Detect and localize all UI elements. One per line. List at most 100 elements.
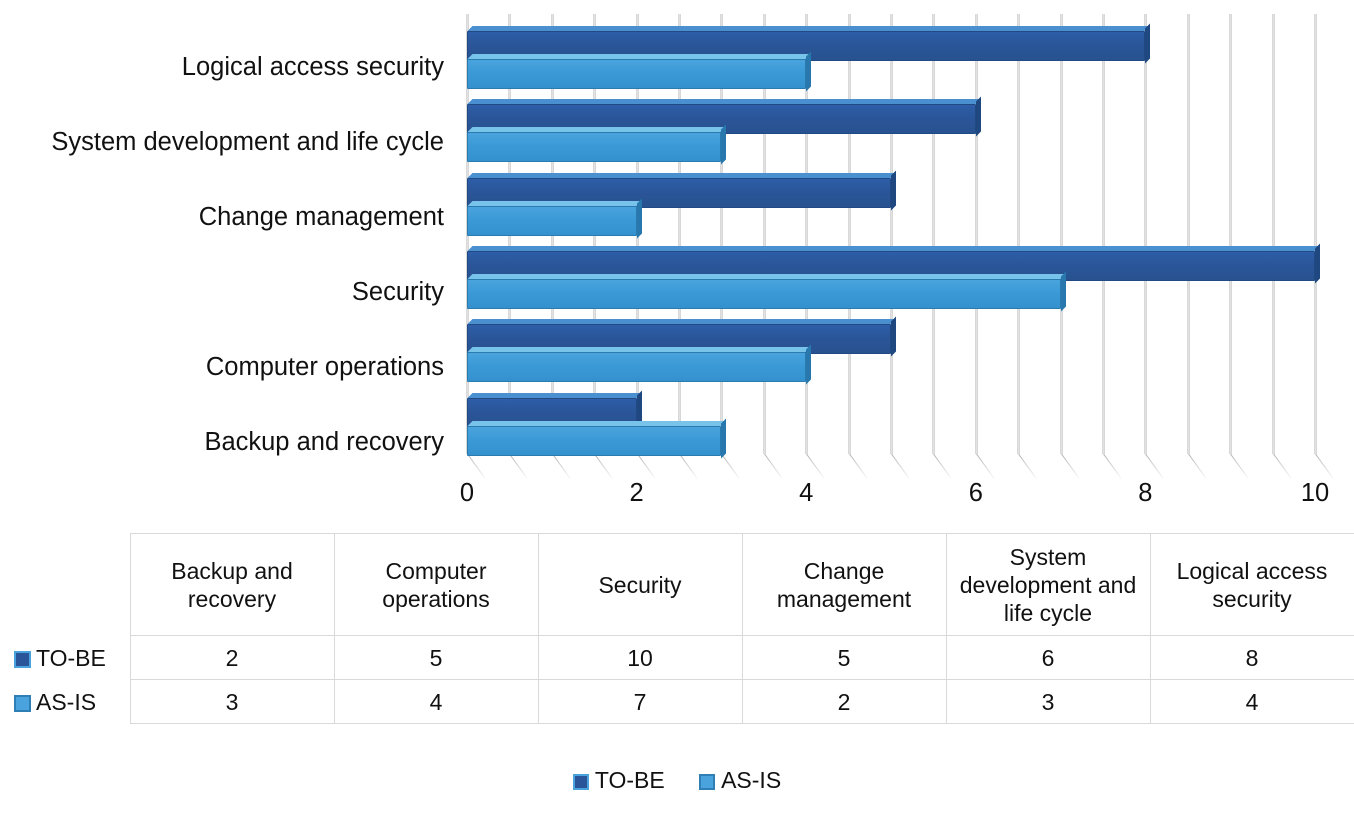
bar-top-face xyxy=(467,246,1320,251)
bar-body xyxy=(467,425,722,456)
cell-tobe-backup: 2 xyxy=(129,635,335,680)
column-header-security: Security xyxy=(537,533,743,636)
bar-group xyxy=(467,96,1354,165)
bar-top-face xyxy=(467,127,726,133)
x-tick-2: 2 xyxy=(629,479,644,507)
bar-end-cap xyxy=(1145,23,1151,64)
bar-body xyxy=(467,205,637,236)
bar-as-is-5[interactable] xyxy=(467,51,812,92)
legend-swatch-as-is-icon xyxy=(699,774,716,790)
floor-tick xyxy=(1230,454,1249,479)
chart-page: Logical access security System developme… xyxy=(0,0,1354,822)
floor-tick xyxy=(933,454,952,479)
x-tick-10: 10 xyxy=(1300,479,1330,507)
bar-end-cap xyxy=(891,170,896,211)
bar-end-cap xyxy=(975,96,981,137)
bar-as-is-2[interactable] xyxy=(467,271,1066,312)
floor-tick xyxy=(1272,454,1292,479)
floor-tick xyxy=(679,454,698,479)
chart-legend: TO-BE AS-IS xyxy=(0,766,1354,794)
bar-top-face xyxy=(467,54,811,59)
floor-tick xyxy=(975,454,995,479)
cell-asis-computer: 4 xyxy=(333,679,539,724)
bar-end-cap xyxy=(636,198,642,239)
bar-end-cap xyxy=(721,418,727,459)
bar-top-face xyxy=(467,347,811,353)
row-header-as-is-label: AS-IS xyxy=(36,688,97,715)
bar-end-cap xyxy=(721,124,727,165)
category-label-logical-access-security: Logical access security xyxy=(181,53,444,81)
bar-body xyxy=(467,352,807,383)
column-header-backup-and-recovery: Backup and recovery xyxy=(129,533,335,636)
category-label-computer-operations: Computer operations xyxy=(205,353,444,381)
bar-as-is-4[interactable] xyxy=(467,124,727,165)
bar-group xyxy=(467,170,1354,239)
bar-group xyxy=(467,316,1354,385)
floor-tick xyxy=(636,454,656,479)
bar-end-cap xyxy=(891,316,896,357)
floor-tick xyxy=(1103,454,1122,479)
floor-tick xyxy=(551,454,571,479)
bar-top-face xyxy=(467,319,896,325)
x-tick-6: 6 xyxy=(968,479,983,507)
floor-tick xyxy=(1187,454,1207,479)
floor-tick xyxy=(1315,454,1334,479)
column-header-change-management: Change management xyxy=(741,533,947,636)
x-tick-8: 8 xyxy=(1138,479,1153,507)
legend-swatch-to-be-icon xyxy=(572,774,589,790)
floor-tick xyxy=(509,454,528,479)
bar-as-is-0[interactable] xyxy=(467,418,727,459)
x-tick-4: 4 xyxy=(799,479,814,507)
bar-top-face xyxy=(467,26,1150,31)
data-table: Backup and recovery Computer operations … xyxy=(0,533,1354,724)
category-label-system-development: System development and life cycle xyxy=(51,128,444,156)
floor-tick xyxy=(1060,454,1080,479)
floor-tick xyxy=(891,454,910,479)
bar-top-face xyxy=(467,200,642,206)
cell-asis-backup: 3 xyxy=(129,679,335,724)
row-header-as-is: AS-IS xyxy=(0,679,131,724)
bar-top-face xyxy=(467,392,642,398)
bar-end-cap xyxy=(1060,271,1066,312)
bar-body xyxy=(467,279,1061,309)
bar-end-cap xyxy=(806,344,812,385)
category-label-change-management: Change management xyxy=(198,203,444,231)
legend-label-to-be: TO-BE xyxy=(594,767,665,793)
bar-group xyxy=(467,23,1354,92)
cell-tobe-security: 10 xyxy=(537,635,743,680)
bar-as-is-3[interactable] xyxy=(467,198,642,239)
bar-group xyxy=(467,243,1354,312)
bar-body xyxy=(467,132,722,163)
floor-tick xyxy=(1145,454,1164,479)
row-header-to-be-label: TO-BE xyxy=(36,644,106,671)
bar-top-face xyxy=(467,274,1066,279)
category-label-backup-and-recovery: Backup and recovery xyxy=(204,428,444,456)
tobe-swatch-icon xyxy=(14,650,31,668)
cell-asis-sysdev: 3 xyxy=(945,679,1151,724)
bar-as-is-1[interactable] xyxy=(467,344,812,385)
table-row: AS-IS 3 4 7 2 3 4 xyxy=(0,679,1354,724)
plot-area xyxy=(466,14,1354,479)
asis-swatch-icon xyxy=(14,694,31,712)
floor-tick xyxy=(721,454,740,479)
bar-end-cap xyxy=(1315,243,1320,284)
bar-body xyxy=(467,59,807,89)
bar-end-cap xyxy=(806,51,812,92)
floor-tick xyxy=(848,454,868,479)
floor-tick xyxy=(1018,454,1037,479)
column-header-logical-access-security: Logical access security xyxy=(1149,533,1354,636)
floor-tick xyxy=(594,454,613,479)
column-header-system-development: System development and life cycle xyxy=(945,533,1151,636)
row-header-to-be: TO-BE xyxy=(0,635,131,680)
legend-item-to-be[interactable]: TO-BE xyxy=(572,766,665,794)
cell-asis-security: 7 xyxy=(537,679,743,724)
legend-item-as-is[interactable]: AS-IS xyxy=(699,766,781,794)
floor-tick xyxy=(806,454,825,479)
table-corner-cell xyxy=(0,533,130,636)
column-header-computer-operations: Computer operations xyxy=(333,533,539,636)
x-axis-tick-labels: 0 2 4 6 8 10 xyxy=(460,478,1354,518)
floor-tick xyxy=(763,454,783,479)
category-axis-labels: Logical access security System developme… xyxy=(0,14,452,466)
cell-tobe-change: 5 xyxy=(741,635,947,680)
cell-tobe-computer: 5 xyxy=(333,635,539,680)
